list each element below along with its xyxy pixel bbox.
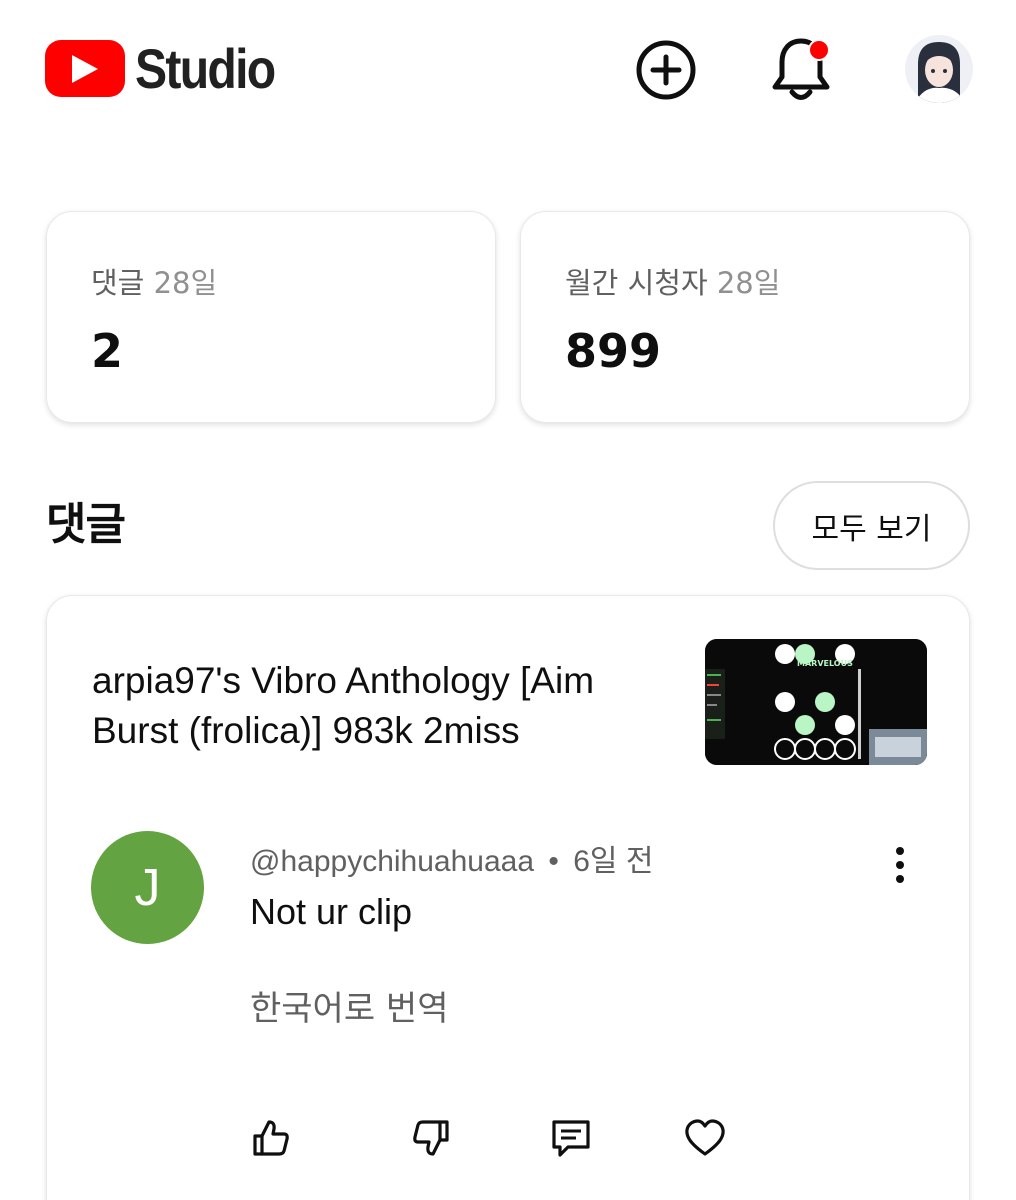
studio-dashboard: Studio 댓글 28일 2 월간 시청자 28일 899 댓글 모두 보기 … xyxy=(0,0,1016,1200)
stat-label: 월간 시청자 28일 xyxy=(565,260,780,302)
see-all-button[interactable]: 모두 보기 xyxy=(773,481,970,570)
thumb-up-icon xyxy=(253,1120,289,1156)
stat-period: 28일 xyxy=(153,266,218,300)
brand-name: Studio xyxy=(135,36,276,100)
like-button[interactable] xyxy=(247,1114,295,1162)
notifications-button[interactable] xyxy=(766,35,836,105)
more-dot xyxy=(896,861,904,869)
stat-card-monthly-viewers[interactable]: 월간 시청자 28일 899 xyxy=(520,211,970,423)
app-header: Studio xyxy=(0,0,1016,145)
video-title[interactable]: arpia97's Vibro Anthology [Aim Burst (fr… xyxy=(92,656,672,756)
notification-badge xyxy=(808,39,830,61)
more-dot xyxy=(896,847,904,855)
heart-icon xyxy=(685,1119,725,1156)
commenter-avatar[interactable]: J xyxy=(91,831,204,944)
studio-logo[interactable]: Studio xyxy=(45,40,297,97)
dislike-button[interactable] xyxy=(407,1114,455,1162)
thumb-down-icon xyxy=(413,1120,449,1156)
comment-text: Not ur clip xyxy=(250,891,413,932)
stat-title: 월간 시청자 xyxy=(565,266,708,300)
comment-card: arpia97's Vibro Anthology [Aim Burst (fr… xyxy=(46,595,970,1200)
stat-value: 2 xyxy=(91,324,124,378)
comment-time: 6일 전 xyxy=(573,845,654,878)
more-dot xyxy=(896,875,904,883)
comment-author[interactable]: @happychihuahuaaa xyxy=(250,845,534,878)
meta-separator: • xyxy=(548,845,559,878)
stat-value: 899 xyxy=(565,324,662,378)
thumbnail-label: MARVELOUS xyxy=(797,659,853,668)
stat-label: 댓글 28일 xyxy=(91,260,217,302)
plus-circle-icon xyxy=(636,40,696,100)
video-thumbnail[interactable]: MARVELOUS xyxy=(705,639,927,765)
comment-meta: @happychihuahuaaa • 6일 전 xyxy=(250,836,653,880)
translate-button[interactable]: 한국어로 번역 xyxy=(250,981,449,1030)
stat-title: 댓글 xyxy=(91,266,145,300)
youtube-play-logo-icon xyxy=(45,40,125,97)
stat-period: 28일 xyxy=(716,266,781,300)
avatar-letter: J xyxy=(134,858,161,917)
reply-button[interactable] xyxy=(547,1114,595,1162)
create-button[interactable] xyxy=(631,35,701,105)
reply-icon xyxy=(552,1120,590,1157)
thumbnail-image xyxy=(705,639,927,765)
more-options-icon[interactable] xyxy=(882,843,918,887)
stat-card-comments[interactable]: 댓글 28일 2 xyxy=(46,211,496,423)
heart-button[interactable] xyxy=(681,1114,729,1162)
account-avatar[interactable] xyxy=(904,34,974,104)
section-title: 댓글 xyxy=(46,499,126,550)
